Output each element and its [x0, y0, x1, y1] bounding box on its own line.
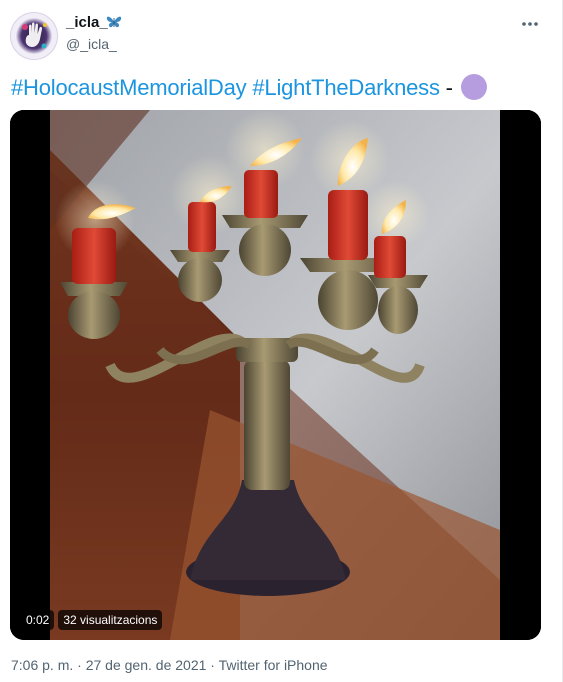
- purple-circle-icon: [460, 74, 487, 100]
- hashtag-holocaust-memorial-day[interactable]: #HolocaustMemorialDay: [11, 75, 247, 100]
- video-time: 0:02: [21, 610, 55, 630]
- video-player[interactable]: [10, 110, 541, 640]
- avatar[interactable]: [10, 12, 58, 60]
- tweet-dash: -: [445, 75, 453, 100]
- view-count: 32 visualitzacions: [58, 610, 163, 630]
- display-name[interactable]: _icla_: [66, 14, 108, 31]
- tweet-card: _icla_ @_icla_ #HolocaustMemorialDay #Li…: [0, 0, 563, 682]
- more-options-icon[interactable]: [519, 14, 541, 34]
- video-overlay: 0:02 32 visualitzacions: [21, 610, 163, 630]
- butterfly-icon: [105, 13, 123, 31]
- meta-separator: ·: [206, 657, 219, 673]
- meta-separator: ·: [73, 657, 86, 673]
- tweet-metadata: 7:06 p. m. · 27 de gen. de 2021 · Twitte…: [11, 657, 328, 673]
- handprint-icon: [11, 13, 57, 59]
- user-handle[interactable]: @_icla_: [66, 36, 117, 52]
- tweet-source[interactable]: Twitter for iPhone: [219, 657, 328, 673]
- tweet-time[interactable]: 7:06 p. m.: [11, 657, 73, 673]
- tweet-text: #HolocaustMemorialDay #LightTheDarkness …: [11, 74, 487, 102]
- video-frame: [10, 110, 541, 640]
- hashtag-light-the-darkness[interactable]: #LightTheDarkness: [252, 75, 440, 100]
- tweet-date[interactable]: 27 de gen. de 2021: [86, 657, 207, 673]
